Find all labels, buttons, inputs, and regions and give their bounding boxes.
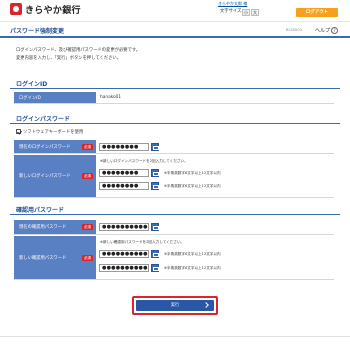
new-confirm-password-confirm-hint: ※半角英数字6文字以上12文字以内 xyxy=(164,266,221,270)
section-divider xyxy=(10,214,340,215)
help-link[interactable]: ヘルプ xyxy=(315,27,330,34)
new-confirm-password-label: 新しい確認用パスワード 必須 xyxy=(14,236,96,279)
keyboard-icon[interactable] xyxy=(151,264,159,272)
global-header: きらやか銀行 きらやか太郎 様 文字サイズ 小 大 ログアウト xyxy=(0,0,350,22)
new-confirm-password-cell: ※新しい確認用パスワードを2回入力してください。 ●●●●●●●●●● ※半角英… xyxy=(96,236,334,279)
section-divider xyxy=(10,123,340,124)
bank-logo-icon xyxy=(10,3,22,15)
keyboard-icon[interactable] xyxy=(151,250,159,258)
new-confirm-password-confirm-input[interactable]: ●●●●●●●●●● xyxy=(99,264,149,272)
new-login-password-confirm-hint: ※半角英数字6文字以上12文字以内 xyxy=(164,184,221,188)
submit-label: 実行 xyxy=(170,303,180,308)
login-id-section-title: ログインID xyxy=(16,81,48,88)
login-id-row: ログインID hanako01 xyxy=(14,92,334,104)
keyboard-icon[interactable] xyxy=(151,143,159,151)
current-confirm-password-label: 現在の確認用パスワード 必須 xyxy=(14,220,96,234)
new-confirm-password-input[interactable]: ●●●●●●●●●● xyxy=(99,250,149,258)
login-password-section-title: ログインパスワード xyxy=(16,116,71,123)
footer-divider xyxy=(0,336,350,337)
submit-highlight: 実行 xyxy=(132,296,218,315)
new-login-password-label: 新しいログインパスワード 必須 xyxy=(14,155,96,197)
font-size-label: 文字サイズ xyxy=(220,9,242,14)
software-keyboard-label: ソフトウェアキーボードを使用 xyxy=(23,130,84,135)
keyboard-icon[interactable] xyxy=(151,169,159,177)
new-login-password-row: 新しいログインパスワード 必須 ※新しいログインパスワードを2回入力してください… xyxy=(14,155,334,198)
help-icon[interactable]: ? xyxy=(331,27,338,34)
user-info: きらやか太郎 様 xyxy=(218,1,247,7)
current-confirm-password-cell: ●●●●●●●●●● xyxy=(96,220,334,234)
required-badge: 必須 xyxy=(81,224,93,230)
new-confirm-password-hint: ※半角英数字6文字以上12文字以内 xyxy=(164,252,221,256)
new-login-password-hint: ※半角英数字6文字以上12文字以内 xyxy=(164,171,221,175)
current-confirm-password-input[interactable]: ●●●●●●●●●● xyxy=(99,223,149,231)
new-login-password-confirm-input[interactable]: ●●●●●●●● xyxy=(99,182,149,190)
user-name[interactable]: きらやか太郎 様 xyxy=(218,1,247,6)
font-small-button[interactable]: 小 xyxy=(242,9,250,16)
confirm-password-section-title: 確認用パスワード xyxy=(16,207,65,214)
chevron-right-icon xyxy=(203,302,209,308)
new-confirm-password-row: 新しい確認用パスワード 必須 ※新しい確認用パスワードを2回入力してください。 … xyxy=(14,236,334,280)
screen-id: BLS0003 xyxy=(286,28,302,32)
font-large-button[interactable]: 大 xyxy=(251,9,259,16)
current-login-password-row: 現在のログインパスワード 必須 ●●●●●●●● xyxy=(14,140,334,154)
login-id-value: hanako01 xyxy=(100,95,122,100)
login-id-value-cell: hanako01 xyxy=(96,92,334,103)
submit-button[interactable]: 実行 xyxy=(136,300,214,311)
keyboard-icon[interactable] xyxy=(151,182,159,190)
required-badge: 必須 xyxy=(81,254,93,261)
page-title: パスワード強制変更 xyxy=(10,28,65,35)
new-login-password-input[interactable]: ●●●●●●●● xyxy=(99,169,149,177)
new-confirm-password-note: ※新しい確認用パスワードを2回入力してください。 xyxy=(100,240,185,244)
login-id-label: ログインID xyxy=(14,92,96,103)
new-login-password-cell: ※新しいログインパスワードを2回入力してください。 ●●●●●●●● ※半角英数… xyxy=(96,155,334,197)
required-badge: 必須 xyxy=(81,143,93,150)
current-confirm-password-row: 現在の確認用パスワード 必須 ●●●●●●●●●● xyxy=(14,220,334,235)
intro-text-2: 変更内容を入力し、「実行」ボタンを押してください。 xyxy=(16,56,122,61)
required-badge: 必須 xyxy=(81,173,93,179)
section-divider xyxy=(10,88,340,89)
new-login-password-note: ※新しいログインパスワードを2回入力してください。 xyxy=(100,159,188,163)
keyboard-icon[interactable] xyxy=(151,223,159,231)
bank-brand-name: きらやか銀行 xyxy=(25,6,81,16)
software-keyboard-checkbox[interactable] xyxy=(16,129,21,134)
current-login-password-input[interactable]: ●●●●●●●● xyxy=(99,143,149,151)
intro-text-1: ログインパスワード、及び確認用パスワードの変更が必要です。 xyxy=(16,48,141,53)
page-titlebar: パスワード強制変更 BLS0003 ヘルプ ? xyxy=(0,22,350,38)
logout-button[interactable]: ログアウト xyxy=(296,8,338,17)
current-login-password-label: 現在のログインパスワード 必須 xyxy=(14,140,96,153)
current-login-password-cell: ●●●●●●●● xyxy=(96,140,334,153)
